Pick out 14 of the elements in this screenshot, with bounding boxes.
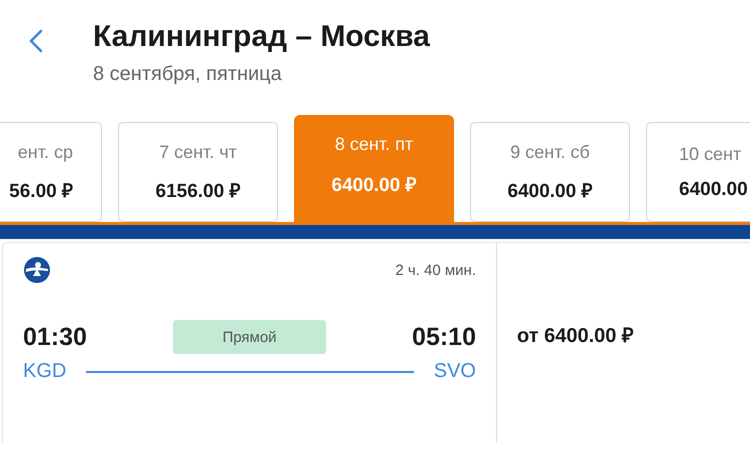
flight-price: от 6400.00 ₽ — [517, 325, 634, 347]
flight-duration: 2 ч. 40 мин. — [395, 262, 476, 278]
airline-logo-icon — [23, 256, 51, 284]
arrival-time: 05:10 — [412, 322, 476, 352]
flight-card[interactable]: 2 ч. 40 мин. 01:30 Прямой 05:10 KGD SVO от 6400.00 ₽ — [2, 242, 750, 443]
back-icon[interactable] — [29, 29, 43, 53]
date-tab[interactable]: 9 сент. сб 6400.00 ₽ — [470, 122, 630, 222]
departure-time: 01:30 — [23, 322, 87, 352]
departure-airport: KGD — [23, 360, 66, 383]
route-title: Калининград – Москва — [93, 19, 430, 55]
date-subtitle: 8 сентября, пятница — [93, 63, 283, 86]
arrival-airport: SVO — [434, 360, 476, 383]
direct-flight-tag: Прямой — [173, 320, 326, 354]
date-tab[interactable]: 7 сент. чт 6156.00 ₽ — [118, 122, 278, 222]
